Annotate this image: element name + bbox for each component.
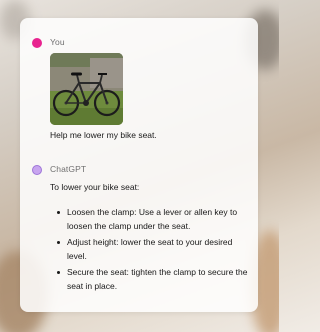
- user-message: Help me lower my bike seat.: [50, 130, 157, 140]
- assistant-steps-list: Loosen the clamp: Use a lever or allen k…: [56, 205, 248, 295]
- user-avatar: [32, 38, 42, 48]
- list-item: Loosen the clamp: Use a lever or allen k…: [56, 205, 248, 233]
- bike-photo[interactable]: [50, 53, 123, 125]
- assistant-name: ChatGPT: [50, 164, 87, 174]
- bike-photo-image: [50, 53, 123, 125]
- assistant-avatar: [32, 165, 42, 175]
- user-name: You: [50, 37, 65, 47]
- list-item: Adjust height: lower the seat to your de…: [56, 235, 248, 263]
- assistant-intro: To lower your bike seat:: [50, 182, 140, 192]
- chat-card: You Help me lower my bike seat. ChatGPT …: [20, 18, 258, 312]
- list-item: Secure the seat: tighten the clamp to se…: [56, 265, 248, 293]
